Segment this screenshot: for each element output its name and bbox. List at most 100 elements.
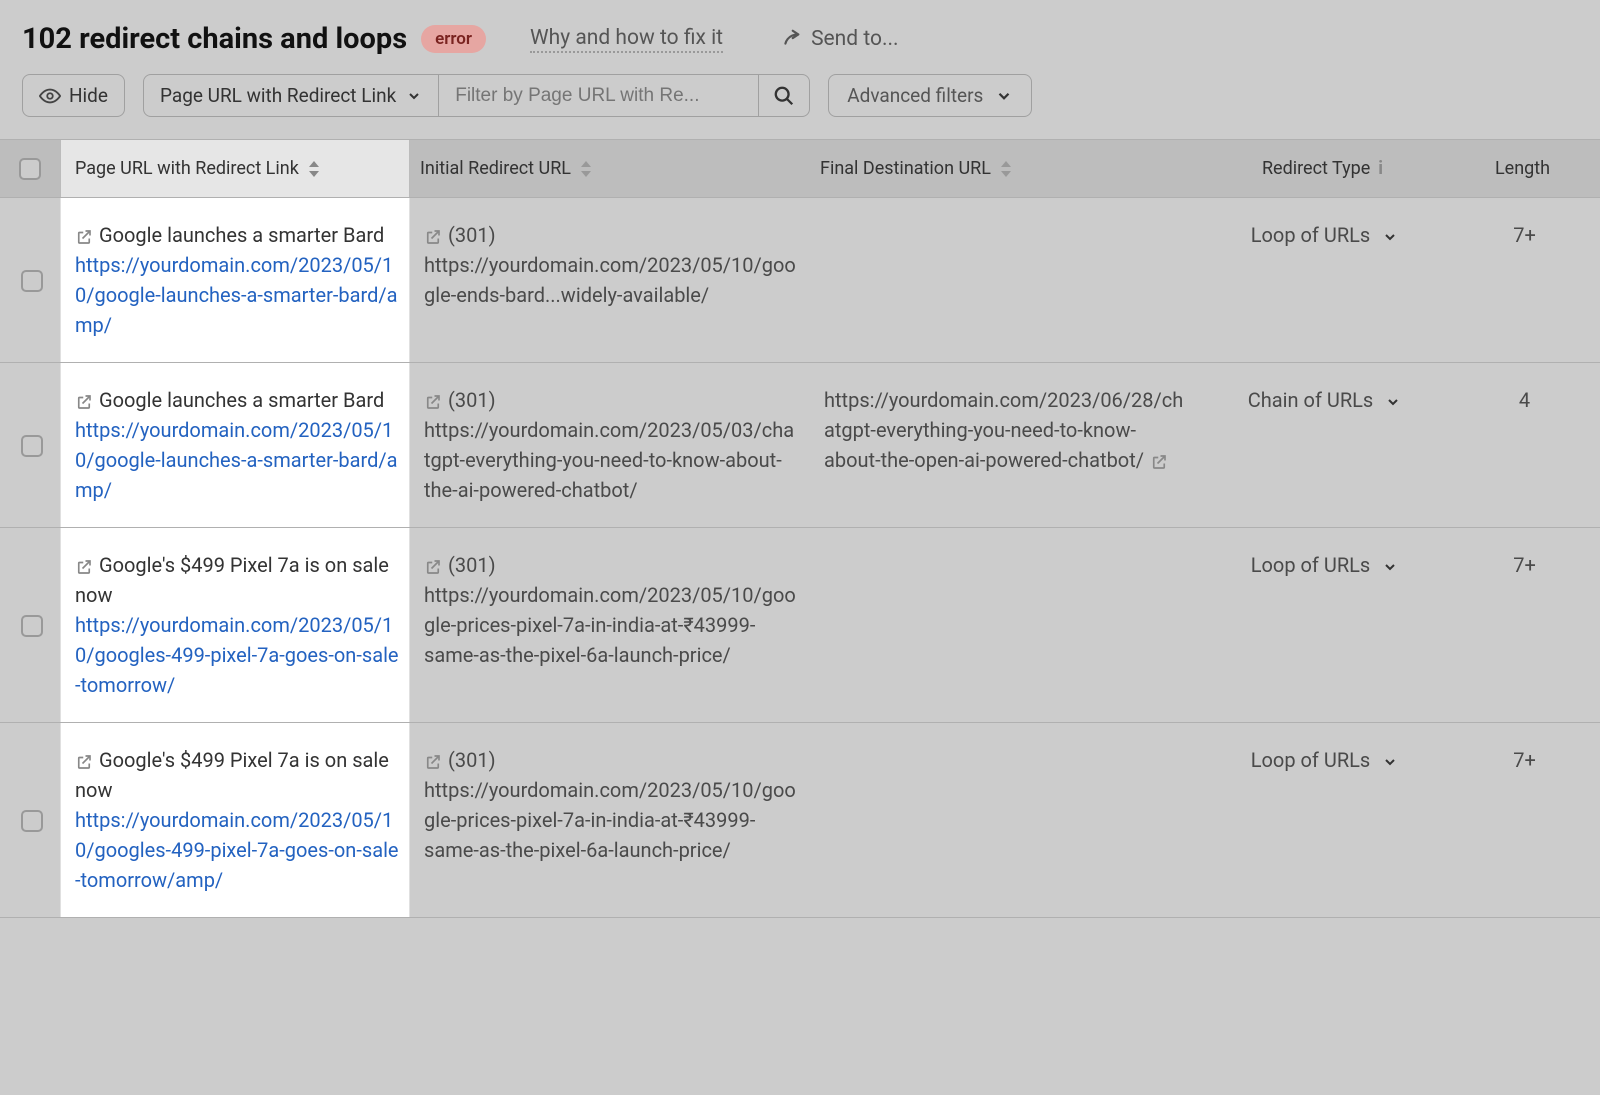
filter-input[interactable] xyxy=(439,75,759,116)
chevron-down-icon xyxy=(1385,385,1401,415)
table-row: Google's $499 Pixel 7a is on sale nowhtt… xyxy=(0,528,1600,723)
redirect-type-cell: Loop of URLs xyxy=(1200,723,1445,917)
redirect-type-label: Loop of URLs xyxy=(1251,550,1370,580)
send-to-button[interactable]: Send to... xyxy=(779,27,899,51)
chevron-down-icon xyxy=(406,88,422,104)
page-url-link[interactable]: https://yourdomain.com/2023/05/10/google… xyxy=(75,415,399,505)
sort-icon xyxy=(307,161,321,177)
filter-column-select[interactable]: Page URL with Redirect Link xyxy=(144,75,439,116)
redirect-type-cell: Loop of URLs xyxy=(1200,198,1445,362)
redirect-type-toggle[interactable]: Chain of URLs xyxy=(1214,385,1435,415)
initial-url-cell: (301) https://yourdomain.com/2023/05/10/… xyxy=(410,198,810,362)
how-to-fix-link[interactable]: Why and how to fix it xyxy=(530,26,723,53)
page-url-link[interactable]: https://yourdomain.com/2023/05/10/google… xyxy=(75,610,399,700)
share-arrow-icon xyxy=(779,28,801,50)
col-header-type-label: Redirect Type xyxy=(1262,158,1370,179)
row-checkbox[interactable] xyxy=(21,435,43,457)
external-link-icon[interactable] xyxy=(75,745,93,775)
page-title-text: Google launches a smarter Bard xyxy=(99,223,384,247)
external-link-icon[interactable] xyxy=(1150,448,1168,472)
chevron-down-icon xyxy=(1382,220,1398,250)
filter-column-label: Page URL with Redirect Link xyxy=(160,84,396,107)
external-link-icon[interactable] xyxy=(424,220,442,250)
advanced-filters-label: Advanced filters xyxy=(847,84,983,107)
external-link-icon[interactable] xyxy=(75,220,93,250)
chevron-down-icon xyxy=(1382,745,1398,775)
chevron-down-icon xyxy=(995,87,1013,105)
redirect-type-cell: Loop of URLs xyxy=(1200,528,1445,722)
col-header-length-label: Length xyxy=(1495,158,1550,179)
page-url-cell: Google launches a smarter Bard https://yo… xyxy=(60,363,410,527)
results-table: Page URL with Redirect Link Initial Redi… xyxy=(0,139,1600,918)
error-badge: error xyxy=(421,25,486,53)
redirect-type-label: Loop of URLs xyxy=(1251,220,1370,250)
external-link-icon[interactable] xyxy=(75,550,93,580)
select-all-cell xyxy=(0,140,60,197)
external-link-icon[interactable] xyxy=(424,550,442,580)
page-url-cell: Google launches a smarter Bard https://yo… xyxy=(60,198,410,362)
col-header-length[interactable]: Length xyxy=(1445,140,1600,197)
initial-url-text: (301) https://yourdomain.com/2023/05/10/… xyxy=(424,553,796,667)
redirect-type-cell: Chain of URLs xyxy=(1200,363,1445,527)
initial-url-text: (301) https://yourdomain.com/2023/05/10/… xyxy=(424,223,796,307)
row-checkbox-cell xyxy=(0,723,60,917)
length-cell: 7+ xyxy=(1445,198,1600,362)
page-title-text: Google launches a smarter Bard xyxy=(99,388,384,412)
initial-url-text: (301) https://yourdomain.com/2023/05/03/… xyxy=(424,388,794,502)
table-row: Google's $499 Pixel 7a is on sale nowhtt… xyxy=(0,723,1600,918)
length-cell: 4 xyxy=(1445,363,1600,527)
redirect-type-toggle[interactable]: Loop of URLs xyxy=(1214,220,1435,250)
page-url-cell: Google's $499 Pixel 7a is on sale nowhtt… xyxy=(60,723,410,917)
select-all-checkbox[interactable] xyxy=(19,158,41,180)
col-header-page[interactable]: Page URL with Redirect Link xyxy=(60,140,410,197)
info-icon[interactable]: i xyxy=(1378,158,1383,179)
chevron-down-icon xyxy=(1382,550,1398,580)
advanced-filters-button[interactable]: Advanced filters xyxy=(828,74,1032,117)
table-row: Google launches a smarter Bard https://yo… xyxy=(0,363,1600,528)
final-url-cell xyxy=(810,198,1200,362)
external-link-icon[interactable] xyxy=(424,385,442,415)
send-to-label: Send to... xyxy=(811,27,899,51)
row-checkbox[interactable] xyxy=(21,810,43,832)
search-icon xyxy=(773,85,795,107)
initial-url-cell: (301) https://yourdomain.com/2023/05/10/… xyxy=(410,723,810,917)
row-checkbox-cell xyxy=(0,363,60,527)
hide-button[interactable]: Hide xyxy=(22,74,125,117)
final-url-cell xyxy=(810,723,1200,917)
redirect-type-toggle[interactable]: Loop of URLs xyxy=(1214,745,1435,775)
page-url-link[interactable]: https://yourdomain.com/2023/05/10/google… xyxy=(75,250,399,340)
page-title-text: Google's $499 Pixel 7a is on sale now xyxy=(75,748,389,802)
initial-url-cell: (301) https://yourdomain.com/2023/05/10/… xyxy=(410,528,810,722)
row-checkbox[interactable] xyxy=(21,615,43,637)
hide-label: Hide xyxy=(69,84,108,107)
final-url-cell xyxy=(810,528,1200,722)
page-title-text: Google's $499 Pixel 7a is on sale now xyxy=(75,553,389,607)
initial-url-cell: (301) https://yourdomain.com/2023/05/03/… xyxy=(410,363,810,527)
redirect-type-toggle[interactable]: Loop of URLs xyxy=(1214,550,1435,580)
col-header-final-label: Final Destination URL xyxy=(820,158,991,179)
final-url-cell: https://yourdomain.com/2023/06/28/chatgp… xyxy=(810,363,1200,527)
page-url-link[interactable]: https://yourdomain.com/2023/05/10/google… xyxy=(75,805,399,895)
table-header-row: Page URL with Redirect Link Initial Redi… xyxy=(0,139,1600,198)
table-row: Google launches a smarter Bard https://yo… xyxy=(0,198,1600,363)
length-cell: 7+ xyxy=(1445,528,1600,722)
row-checkbox-cell xyxy=(0,198,60,362)
col-header-page-label: Page URL with Redirect Link xyxy=(75,158,299,179)
redirect-type-label: Chain of URLs xyxy=(1248,385,1374,415)
col-header-initial[interactable]: Initial Redirect URL xyxy=(410,140,810,197)
external-link-icon[interactable] xyxy=(75,385,93,415)
sort-icon xyxy=(579,161,593,177)
initial-url-text: (301) https://yourdomain.com/2023/05/10/… xyxy=(424,748,796,862)
final-url-text: https://yourdomain.com/2023/06/28/chatgp… xyxy=(824,388,1183,472)
page-url-cell: Google's $499 Pixel 7a is on sale nowhtt… xyxy=(60,528,410,722)
external-link-icon[interactable] xyxy=(424,745,442,775)
row-checkbox-cell xyxy=(0,528,60,722)
length-cell: 7+ xyxy=(1445,723,1600,917)
col-header-final[interactable]: Final Destination URL xyxy=(810,140,1200,197)
row-checkbox[interactable] xyxy=(21,270,43,292)
redirect-type-label: Loop of URLs xyxy=(1251,745,1370,775)
col-header-type[interactable]: Redirect Type i xyxy=(1200,140,1445,197)
filter-search-button[interactable] xyxy=(759,75,809,116)
col-header-initial-label: Initial Redirect URL xyxy=(420,158,571,179)
filter-group: Page URL with Redirect Link xyxy=(143,74,810,117)
